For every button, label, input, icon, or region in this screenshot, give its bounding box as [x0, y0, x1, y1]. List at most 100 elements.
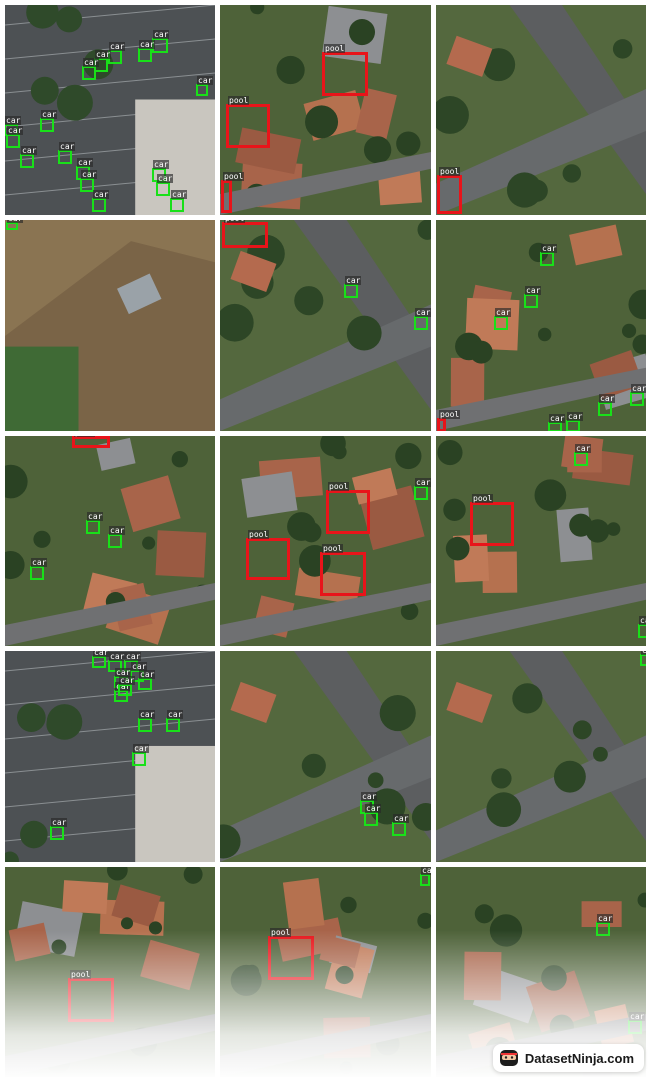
car-label: car	[109, 526, 126, 535]
pool-bounding-box: pool	[268, 928, 314, 980]
car-label: car	[567, 412, 584, 421]
pool-bounding-box: pool	[68, 970, 114, 1022]
car-label: car	[157, 174, 174, 183]
car-bounding-box: car	[92, 190, 110, 212]
car-bounding-box: car	[566, 412, 584, 431]
car-label: car	[167, 710, 184, 719]
car-bounding-box: car	[548, 414, 566, 431]
pool-label: pool	[439, 410, 461, 419]
car-bounding-box: car	[82, 58, 100, 80]
car-label: car	[171, 190, 188, 199]
car-label: car	[153, 160, 170, 169]
car-label: car	[109, 42, 126, 51]
car-bounding-box: car	[414, 308, 431, 330]
car-bounding-box: car	[118, 676, 136, 696]
aerial-photo	[436, 436, 646, 646]
car-label: car	[641, 651, 646, 655]
image-tile: pool pool pool car	[220, 436, 431, 646]
car-bounding-box: car	[414, 478, 431, 500]
car-label: car	[197, 76, 214, 85]
car-label: car	[5, 116, 22, 125]
car-label: car	[415, 308, 431, 317]
car-label: car	[51, 818, 68, 827]
car-bounding-box: car	[30, 558, 48, 580]
image-tile: pool	[436, 5, 646, 215]
car-label: car	[393, 814, 410, 823]
car-bounding-box: car	[596, 914, 614, 936]
aerial-photo	[436, 5, 646, 215]
car-label: car	[421, 867, 431, 875]
pool-label: pool	[224, 220, 246, 223]
car-label: car	[631, 384, 646, 393]
image-tile: car car car car car car car pool	[436, 220, 646, 431]
car-bounding-box: car	[6, 126, 24, 148]
car-bounding-box: car	[170, 190, 188, 212]
pool-label: pool	[439, 167, 461, 176]
car-label: car	[93, 190, 110, 199]
car-bounding-box: car	[138, 40, 156, 62]
pool-bounding-box: pool	[246, 530, 290, 580]
car-bounding-box: car	[166, 710, 184, 732]
image-tile: pool pool pool	[220, 5, 431, 215]
car-label: car	[59, 142, 76, 151]
image-tile: car	[436, 651, 646, 862]
image-grid: car car car car car car car car car car car car car c…	[0, 0, 652, 1080]
brand-badge[interactable]: DatasetNinja.com	[492, 1044, 644, 1072]
car-label: car	[119, 676, 136, 685]
car-label: car	[125, 652, 142, 661]
car-bounding-box: car	[628, 1012, 646, 1034]
pool-label: pool	[74, 436, 96, 437]
pool-label: pool	[328, 482, 350, 491]
car-label: car	[81, 170, 98, 179]
car-bounding-box: car	[156, 174, 174, 196]
car-bounding-box: car	[80, 170, 98, 192]
car-label: car	[87, 512, 104, 521]
image-tile: poolcarcarcar	[5, 436, 215, 646]
car-label: car	[549, 414, 566, 423]
car-label: car	[7, 126, 24, 135]
ninja-logo-icon	[499, 1050, 518, 1066]
pool-bounding-box: pool	[226, 96, 270, 148]
image-tile: pool	[5, 867, 215, 1077]
car-bounding-box: car	[6, 220, 24, 230]
car-label: car	[599, 394, 616, 403]
car-bounding-box: car	[630, 384, 646, 406]
car-bounding-box: car	[420, 867, 431, 886]
car-label: car	[639, 616, 646, 625]
image-tile: car car car car car car car car car car car car	[5, 651, 215, 862]
car-bounding-box: car	[392, 814, 410, 836]
aerial-photo	[5, 5, 215, 215]
car-bounding-box: car	[58, 142, 76, 164]
car-bounding-box: car	[540, 244, 558, 266]
car-bounding-box: car	[138, 710, 156, 732]
image-tile: car car car	[220, 651, 431, 862]
car-bounding-box: car	[638, 616, 646, 638]
pool-label: pool	[228, 96, 250, 105]
pool-bounding-box: pool	[437, 167, 462, 214]
car-bounding-box: car	[494, 308, 512, 330]
car-label: car	[7, 220, 24, 223]
car-label: car	[139, 670, 156, 679]
car-bounding-box: car	[344, 276, 362, 298]
car-bounding-box: car	[40, 110, 58, 132]
aerial-photo	[5, 220, 215, 431]
pool-label: pool	[322, 544, 344, 553]
car-bounding-box: car	[86, 512, 104, 534]
aerial-photo	[220, 867, 431, 1077]
car-bounding-box: car	[598, 394, 616, 416]
pool-bounding-box: pool	[437, 410, 461, 431]
image-tile: car	[5, 220, 215, 431]
pool-bounding-box: pool	[222, 220, 268, 248]
car-label: car	[361, 792, 378, 801]
car-label: car	[139, 40, 156, 49]
image-tile: pool car car	[220, 220, 431, 431]
car-bounding-box: car	[138, 670, 156, 690]
car-label: car	[365, 804, 382, 813]
pool-label: pool	[270, 928, 292, 937]
car-bounding-box: car	[364, 804, 382, 826]
car-label: car	[575, 444, 592, 453]
car-label: car	[77, 158, 94, 167]
car-bounding-box: car	[524, 286, 542, 308]
pool-bounding-box: pool	[322, 44, 368, 96]
car-label: car	[597, 914, 614, 923]
